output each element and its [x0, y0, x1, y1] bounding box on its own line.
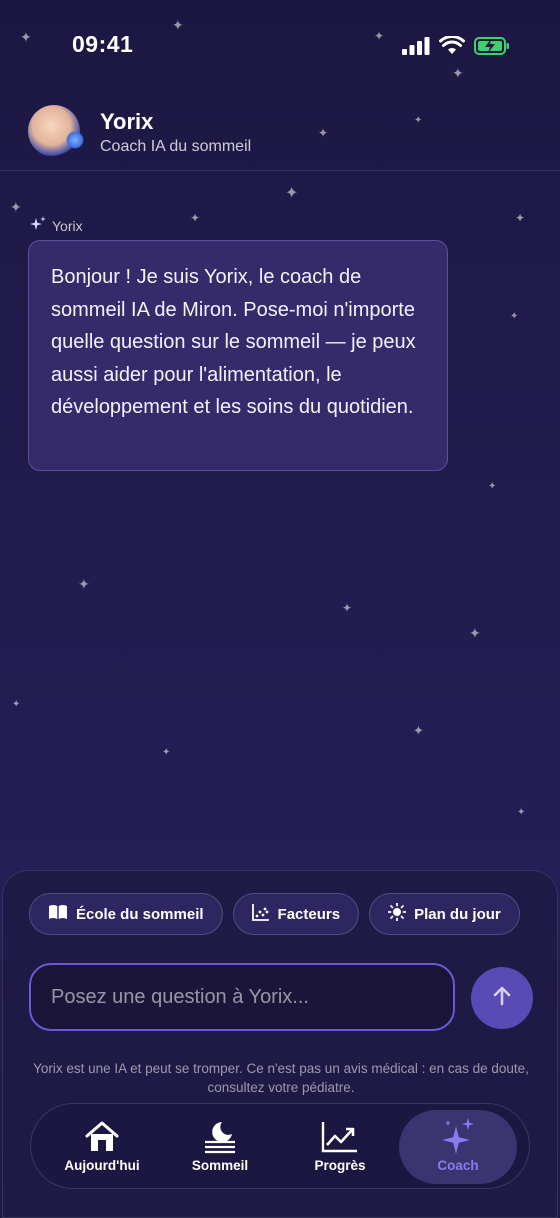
- tab-label: Coach: [437, 1158, 479, 1173]
- tab-label: Aujourd'hui: [64, 1158, 140, 1173]
- wifi-icon: [439, 35, 465, 60]
- signal-icon: [402, 36, 430, 60]
- sparkles-icon: [30, 216, 46, 235]
- tab-today[interactable]: Aujourd'hui: [43, 1110, 161, 1184]
- status-icons: [402, 35, 510, 60]
- bottom-tab-bar: Aujourd'hui Sommeil Progrès Coach: [30, 1103, 530, 1189]
- chip-label: École du sommeil: [76, 905, 204, 923]
- tab-coach[interactable]: Coach: [399, 1110, 517, 1184]
- tab-sleep[interactable]: Sommeil: [161, 1110, 279, 1184]
- tab-progress[interactable]: Progrès: [281, 1110, 399, 1184]
- moon-icon: [202, 1118, 238, 1156]
- chip-sleep-school[interactable]: École du sommeil: [29, 893, 223, 935]
- message-bubble: Bonjour ! Je suis Yorix, le coach de som…: [28, 240, 448, 471]
- sparkles-icon: [441, 1118, 475, 1156]
- chip-day-plan[interactable]: Plan du jour: [369, 893, 520, 935]
- coach-subtitle: Coach IA du sommeil: [100, 138, 252, 155]
- tab-label: Progrès: [314, 1158, 366, 1173]
- coach-name: Yorix: [100, 109, 154, 134]
- ai-disclaimer: Yorix est une IA et peut se tromper. Ce …: [33, 1061, 529, 1095]
- status-bar: 09:41: [0, 0, 560, 90]
- chat-header: Yorix Coach IA du sommeil: [0, 100, 560, 171]
- sender-name: Yorix: [52, 217, 83, 234]
- chip-label: Plan du jour: [414, 905, 501, 923]
- question-input[interactable]: Posez une question à Yorix...: [29, 963, 455, 1031]
- sun-icon: [387, 902, 407, 925]
- home-icon: [84, 1118, 120, 1156]
- chip-factors[interactable]: Facteurs: [232, 893, 360, 935]
- message-sender: Yorix: [30, 216, 83, 235]
- status-time: 09:41: [72, 31, 134, 57]
- book-icon: [48, 904, 68, 924]
- battery-charging-icon: [474, 36, 510, 60]
- trend-chart-icon: [321, 1118, 359, 1156]
- input-placeholder: Posez une question à Yorix...: [51, 985, 309, 1008]
- chip-label: Facteurs: [277, 905, 341, 923]
- scatter-chart-icon: [251, 903, 270, 925]
- tab-label: Sommeil: [191, 1158, 249, 1173]
- send-button[interactable]: [471, 967, 533, 1029]
- suggestion-chips: École du sommeil Facteurs Plan du jour: [29, 893, 520, 935]
- avatar: [28, 105, 84, 157]
- arrow-up-icon: [491, 985, 513, 1012]
